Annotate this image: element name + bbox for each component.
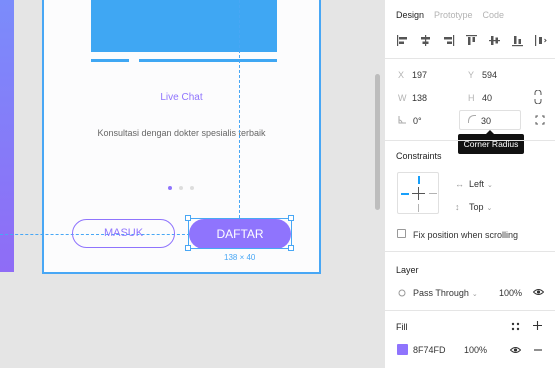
align-right-icon[interactable] bbox=[442, 34, 455, 47]
section-divider bbox=[385, 58, 555, 59]
y-field[interactable]: Y 594 bbox=[468, 70, 497, 80]
resize-handle-bottom-right[interactable] bbox=[288, 245, 294, 251]
blend-mode-icon bbox=[398, 289, 406, 297]
style-grid-icon[interactable] bbox=[511, 322, 520, 331]
height-value[interactable]: 40 bbox=[482, 93, 492, 103]
divider-bar-short[interactable] bbox=[91, 59, 129, 62]
layer-opacity[interactable]: 100% bbox=[499, 288, 522, 298]
masuk-button[interactable]: MASUK bbox=[72, 219, 175, 248]
pagination-dot bbox=[179, 186, 183, 190]
section-divider bbox=[385, 310, 555, 311]
horizontal-constraint-select[interactable]: ↔ Left ⌄ bbox=[455, 179, 493, 189]
constraint-right[interactable] bbox=[429, 193, 437, 194]
pagination-dots bbox=[168, 186, 194, 190]
distribute-icon[interactable] bbox=[534, 34, 547, 47]
fill-hex-value[interactable]: 8F74FD bbox=[413, 345, 446, 355]
add-fill-icon[interactable] bbox=[532, 320, 543, 331]
properties-panel: Design Prototype Code X 197 Y 594 W 138 H 40… bbox=[384, 0, 555, 368]
rotation-value[interactable]: 0° bbox=[413, 116, 422, 126]
daftar-button[interactable]: DAFTAR bbox=[189, 219, 291, 249]
section-divider bbox=[385, 140, 555, 141]
corner-radius-value[interactable]: 30 bbox=[481, 116, 491, 126]
rotation-icon bbox=[398, 116, 406, 124]
width-value[interactable]: 138 bbox=[412, 93, 427, 103]
vertical-constraint-select[interactable]: ↕ Top ⌄ bbox=[455, 202, 492, 212]
width-field[interactable]: W 138 bbox=[398, 93, 427, 103]
fix-position-checkbox[interactable] bbox=[397, 229, 406, 238]
pagination-dot-active bbox=[168, 186, 172, 190]
constraint-top[interactable] bbox=[418, 176, 420, 184]
align-left-icon[interactable] bbox=[396, 34, 409, 47]
align-top-icon[interactable] bbox=[465, 34, 478, 47]
section-divider bbox=[385, 251, 555, 252]
design-canvas[interactable]: Live Chat Konsultasi dengan dokter spesi… bbox=[0, 0, 384, 368]
alignment-toolbar bbox=[396, 34, 547, 47]
measurement-guide-vertical bbox=[239, 0, 240, 218]
fill-color-swatch[interactable] bbox=[397, 344, 408, 355]
horizontal-constraint-value: Left bbox=[469, 179, 485, 189]
resize-handle-top-right[interactable] bbox=[288, 215, 294, 221]
resize-handle-top-left[interactable] bbox=[185, 215, 191, 221]
vertical-arrow-icon: ↕ bbox=[455, 202, 460, 212]
corner-radius-tooltip: Corner Radius bbox=[458, 130, 524, 154]
remove-fill-icon[interactable] bbox=[533, 345, 543, 355]
tab-design[interactable]: Design bbox=[396, 10, 424, 20]
panel-tabs: Design Prototype Code bbox=[396, 10, 504, 20]
y-label: Y bbox=[468, 70, 475, 80]
selection-dimension-label: 138 × 40 bbox=[224, 253, 256, 262]
constraint-center-v[interactable] bbox=[418, 187, 419, 200]
constraint-bottom[interactable] bbox=[418, 204, 419, 212]
layer-title: Layer bbox=[396, 265, 419, 275]
tab-code[interactable]: Code bbox=[483, 10, 505, 20]
fill-opacity[interactable]: 100% bbox=[464, 345, 487, 355]
screen-description[interactable]: Konsultasi dengan dokter spesialis terba… bbox=[44, 128, 319, 138]
constraints-title: Constraints bbox=[396, 151, 442, 161]
fill-title: Fill bbox=[396, 322, 408, 332]
align-horizontal-center-icon[interactable] bbox=[419, 34, 432, 47]
x-field[interactable]: X 197 bbox=[398, 70, 427, 80]
tab-prototype[interactable]: Prototype bbox=[434, 10, 473, 20]
constrain-proportions-icon[interactable] bbox=[533, 90, 543, 104]
hero-image-placeholder[interactable] bbox=[91, 0, 277, 52]
align-vertical-center-icon[interactable] bbox=[488, 34, 501, 47]
eye-icon[interactable] bbox=[533, 287, 544, 297]
adjacent-frame[interactable] bbox=[0, 0, 14, 272]
blend-mode-value: Pass Through bbox=[413, 288, 469, 298]
independent-corners-icon[interactable] bbox=[535, 115, 545, 125]
divider-bar-long[interactable] bbox=[139, 59, 277, 62]
screen-title[interactable]: Live Chat bbox=[44, 92, 319, 103]
align-bottom-icon[interactable] bbox=[511, 34, 524, 47]
height-field[interactable]: H 40 bbox=[468, 93, 492, 103]
chevron-down-icon: ⌄ bbox=[486, 205, 493, 212]
constraint-left[interactable] bbox=[401, 193, 409, 195]
chevron-down-icon: ⌄ bbox=[487, 182, 493, 189]
resize-handle-bottom-left[interactable] bbox=[185, 245, 191, 251]
x-value[interactable]: 197 bbox=[412, 70, 427, 80]
h-label: H bbox=[468, 93, 475, 103]
y-value[interactable]: 594 bbox=[482, 70, 497, 80]
canvas-scrollbar[interactable] bbox=[375, 74, 380, 210]
vertical-constraint-value: Top bbox=[469, 202, 484, 212]
fix-position-label: Fix position when scrolling bbox=[413, 230, 519, 240]
constraints-widget[interactable] bbox=[397, 172, 439, 214]
eye-icon[interactable] bbox=[510, 345, 521, 355]
w-label: W bbox=[398, 93, 407, 103]
horizontal-arrow-icon: ↔ bbox=[455, 179, 464, 189]
chevron-down-icon: ⌄ bbox=[471, 291, 478, 298]
pagination-dot bbox=[190, 186, 194, 190]
corner-radius-icon bbox=[468, 115, 476, 123]
x-label: X bbox=[398, 70, 405, 80]
blend-mode-select[interactable]: Pass Through ⌄ bbox=[413, 288, 478, 298]
